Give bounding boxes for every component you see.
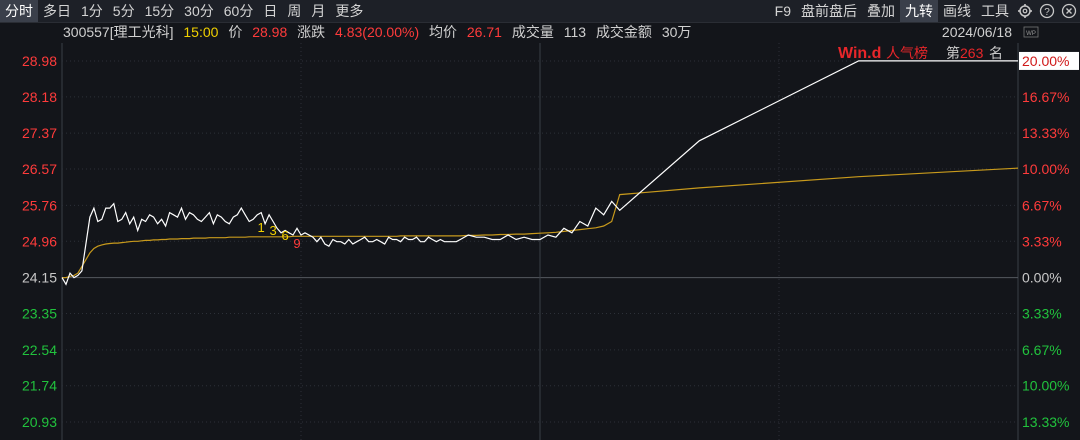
y-tick-label-right: 3.33% — [1022, 233, 1062, 249]
y-tick-label-right: 3.33% — [1022, 305, 1062, 321]
y-tick-label-left: 24.96 — [22, 233, 57, 249]
nine-turn-mark: 9 — [293, 236, 300, 251]
y-tick-label-left: 23.35 — [22, 305, 57, 321]
rank-suffix: 名 — [989, 45, 1003, 61]
y-tick-label-left: 22.54 — [22, 342, 57, 358]
y-tick-label-left: 28.18 — [22, 89, 57, 105]
y-tick-label-right: 6.67% — [1022, 197, 1062, 213]
rank-prefix: 第 — [946, 45, 960, 61]
y-tick-label-right: 13.33% — [1022, 125, 1069, 141]
right-percent-axis: 16.67% 13.33% 10.00% 6.67% 3.33% 0.00% 3.33% 6.… — [1019, 51, 1079, 430]
y-tick-label-right: 10.00% — [1022, 161, 1069, 177]
y-tick-label-right: 16.67% — [1022, 89, 1069, 105]
badge-text: 人气榜 — [886, 45, 928, 61]
nine-turn-mark: 3 — [269, 223, 276, 238]
y-tick-label-left: 21.74 — [22, 378, 57, 394]
y-tick-label-left: 27.37 — [22, 125, 57, 141]
nine-turn-mark: 6 — [281, 228, 288, 243]
y-tick-label-left: 28.98 — [22, 53, 57, 69]
rank-value: 263 — [960, 45, 984, 61]
y-tick-label-right: 10.00% — [1022, 378, 1069, 394]
y-tick-label-left: 25.76 — [22, 197, 57, 213]
y-tick-label-right: 6.67% — [1022, 342, 1062, 358]
nine-turn-marks: 1 3 69 — [258, 220, 301, 251]
y-tick-label-left: 26.57 — [22, 161, 57, 177]
left-price-axis: 28.98 28.18 27.37 26.57 25.76 24.96 24.15 23.35… — [22, 53, 57, 430]
y-tick-label-right: 0.00% — [1022, 270, 1062, 286]
y-tick-label-left: 20.93 — [22, 414, 57, 430]
y-tick-label-right: 20.00% — [1022, 53, 1069, 69]
wp-label: WP — [1026, 31, 1036, 37]
nine-turn-mark: 1 — [258, 220, 265, 235]
y-tick-label-left: 24.15 — [22, 270, 57, 286]
y-tick-label-right: 13.33% — [1022, 414, 1069, 430]
intraday-chart: 28.98 28.18 27.37 26.57 25.76 24.96 24.15 23.35… — [22, 26, 1079, 440]
grid-lines — [61, 43, 1019, 440]
brand-logo: Win.d — [838, 45, 881, 62]
popularity-badge[interactable]: Win.d 人气榜 第 263 名 — [838, 45, 1003, 62]
